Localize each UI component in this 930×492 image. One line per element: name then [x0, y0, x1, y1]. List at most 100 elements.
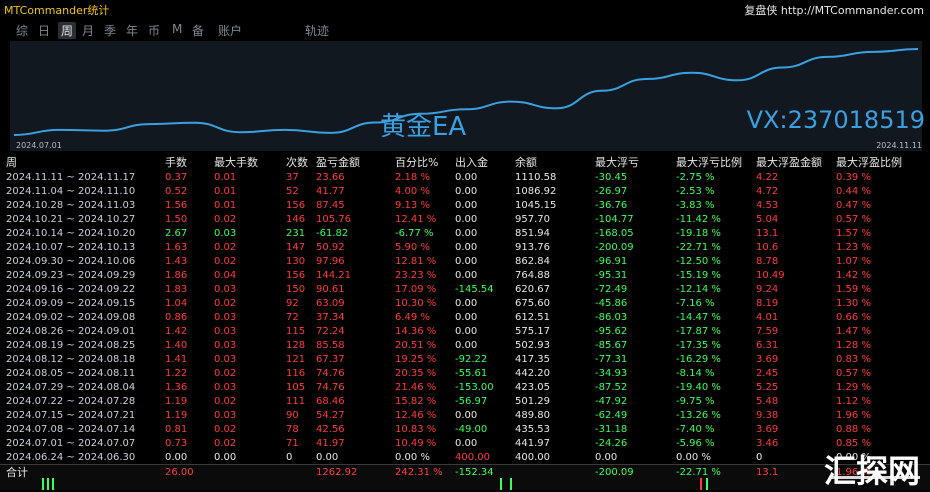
cell-count: 116 — [286, 368, 306, 379]
cell-transfer: -153.00 — [455, 382, 494, 393]
cell-pnl: 50.92 — [316, 242, 345, 253]
tab-quarter[interactable]: 季 — [104, 22, 116, 39]
cell-transfer: 0.00 — [455, 200, 478, 211]
cell-transfer: 0.00 — [455, 312, 478, 323]
table-row: 2024.11.04 ~ 2024.11.10 0.52 0.01 52 41.… — [0, 185, 930, 198]
header-max-float-loss-ratio: 最大浮亏比例 — [676, 156, 742, 169]
cell-transfer: 0.00 — [455, 242, 478, 253]
cell-max-float-profit: 5.04 — [756, 214, 779, 225]
cell-max-float-loss-ratio: -2.75 % — [676, 172, 715, 183]
cell-week: 2024.08.05 ~ 2024.08.11 — [6, 368, 136, 379]
cell-lots: 1.22 — [165, 368, 188, 379]
cell-transfer: -55.61 — [455, 368, 488, 379]
cell-pnl: 37.34 — [316, 312, 345, 323]
cell-lots: 1.19 — [165, 396, 188, 407]
header-balance: 余额 — [515, 156, 537, 169]
cell-max-float-loss: -36.76 — [595, 200, 628, 211]
cell-max-float-profit: 3.69 — [756, 354, 779, 365]
cell-week: 2024.07.29 ~ 2024.08.04 — [6, 382, 136, 393]
cell-pct: 12.81 % — [395, 256, 437, 267]
cell-week: 2024.11.04 ~ 2024.11.10 — [6, 186, 136, 197]
cell-max-lots: 0.02 — [214, 424, 237, 435]
cell-max-float-profit: 9.38 — [756, 410, 779, 421]
cell-max-float-loss: -77.31 — [595, 354, 628, 365]
cell-max-float-loss-ratio: -8.14 % — [676, 368, 715, 379]
cell-lots: 1.41 — [165, 354, 188, 365]
cell-transfer: 0.00 — [455, 214, 478, 225]
cell-max-float-profit: 8.78 — [756, 256, 779, 267]
tab-week[interactable]: 周 — [58, 22, 77, 39]
tab-year[interactable]: 年 — [126, 22, 138, 39]
cell-max-float-profit-ratio: 1.47 % — [836, 326, 871, 337]
cell-transfer: 0.00 — [455, 438, 478, 449]
cell-pct: 4.00 % — [395, 186, 430, 197]
cell-max-float-loss-ratio: -17.87 % — [676, 326, 721, 337]
cell-max-lots: 0.01 — [214, 186, 237, 197]
cell-week: 2024.09.30 ~ 2024.10.06 — [6, 256, 136, 267]
cell-transfer: 0.00 — [455, 410, 478, 421]
cell-lots: 0.86 — [165, 312, 188, 323]
cell-max-float-profit-ratio: 1.30 % — [836, 298, 871, 309]
tab-track[interactable]: 轨迹 — [305, 22, 329, 39]
cell-transfer: 0.00 — [455, 256, 478, 267]
cell-max-float-profit-ratio: 0.47 % — [836, 200, 871, 211]
header-max-lots: 最大手数 — [214, 156, 258, 169]
cell-max-float-loss-ratio: -2.53 % — [676, 186, 715, 197]
cell-count: 231 — [286, 228, 306, 239]
table-row: 2024.08.26 ~ 2024.09.01 1.42 0.03 115 72… — [0, 325, 930, 338]
cell-count: 130 — [286, 256, 306, 267]
table-row: 2024.09.09 ~ 2024.09.15 1.04 0.02 92 63.… — [0, 297, 930, 310]
cell-week: 2024.09.09 ~ 2024.09.15 — [6, 298, 136, 309]
site-link[interactable]: 复盘侠 http://MTCommander.com — [744, 2, 924, 18]
cell-count: 71 — [286, 438, 299, 449]
cell-max-float-profit: 5.48 — [756, 396, 779, 407]
cell-max-float-profit-ratio: 1.57 % — [836, 228, 871, 239]
cell-max-float-profit: 8.19 — [756, 298, 779, 309]
cell-max-float-loss: -200.09 — [595, 242, 634, 253]
tab-note[interactable]: 备 — [192, 22, 204, 39]
cell-max-float-loss: -30.45 — [595, 172, 628, 183]
cell-max-float-profit-ratio: 1.96 % — [836, 410, 871, 421]
cell-max-float-profit-ratio: 1.42 % — [836, 270, 871, 281]
cell-max-float-profit: 4.01 — [756, 312, 779, 323]
cell-max-float-loss-ratio: -5.96 % — [676, 438, 715, 449]
cell-balance: 442.20 — [515, 368, 550, 379]
tab-overview[interactable]: 综 — [16, 22, 28, 39]
cell-max-float-profit: 10.6 — [756, 242, 779, 253]
cell-balance: 764.88 — [515, 270, 550, 281]
cell-balance: 862.84 — [515, 256, 550, 267]
cell-week: 2024.07.08 ~ 2024.07.14 — [6, 424, 136, 435]
cell-lots: 1.40 — [165, 340, 188, 351]
cell-max-lots: 0.03 — [214, 354, 237, 365]
table-row: 2024.10.14 ~ 2024.10.20 2.67 0.03 231 -6… — [0, 227, 930, 240]
tab-day[interactable]: 日 — [38, 22, 50, 39]
cell-pct: 20.51 % — [395, 340, 437, 351]
tab-account[interactable]: 账户 — [218, 22, 242, 39]
cell-pct: 9.13 % — [395, 200, 430, 211]
cell-count: 128 — [286, 340, 306, 351]
title-bar: MTCommander统计 复盘侠 http://MTCommander.com — [0, 0, 930, 20]
table-row: 2024.10.07 ~ 2024.10.13 1.63 0.02 147 50… — [0, 241, 930, 254]
table-row: 2024.07.01 ~ 2024.07.07 0.73 0.02 71 41.… — [0, 437, 930, 450]
cell-pnl: 0.00 — [316, 452, 339, 463]
cell-balance: 435.53 — [515, 424, 550, 435]
header-week: 周 — [6, 156, 17, 169]
cell-max-float-loss: -24.26 — [595, 438, 628, 449]
cell-balance: 575.17 — [515, 326, 550, 337]
tab-month[interactable]: 月 — [82, 22, 94, 39]
chart-overlay-ea: 黄金EA — [380, 112, 467, 142]
chart-overlay-vx: VX:237018519 — [746, 106, 925, 134]
cell-max-float-profit: 0 — [756, 452, 763, 463]
tab-currency[interactable]: 币 — [148, 22, 160, 39]
chart-end-date: 2024.11.11 — [876, 141, 922, 150]
cell-max-float-loss-ratio: 0.00 % — [676, 452, 711, 463]
tab-m[interactable]: M — [172, 22, 182, 36]
cell-max-float-loss: -95.31 — [595, 270, 628, 281]
cell-max-float-loss-ratio: -7.16 % — [676, 298, 715, 309]
cell-pct: 0.00 % — [395, 452, 430, 463]
cell-balance: 489.80 — [515, 410, 550, 421]
cell-max-float-profit: 4.72 — [756, 186, 779, 197]
cell-max-float-loss: 0.00 — [595, 452, 618, 463]
cell-count: 105 — [286, 382, 306, 393]
cell-week: 2024.06.24 ~ 2024.06.30 — [6, 452, 136, 463]
